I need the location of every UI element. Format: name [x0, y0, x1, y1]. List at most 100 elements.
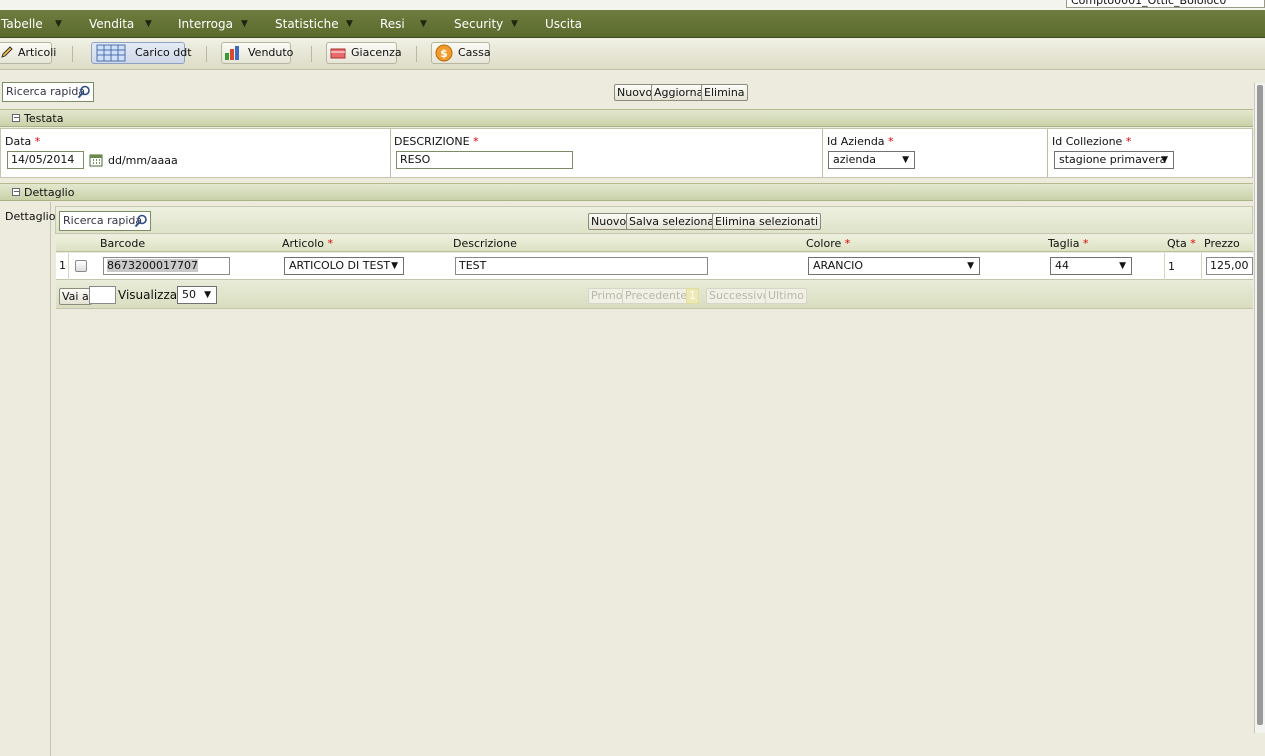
col-descrizione[interactable]: Descrizione	[453, 237, 517, 250]
dettaglio-search-input[interactable]: Ricerca rapida	[59, 211, 151, 231]
dropdown-arrow-icon[interactable]: ▼	[967, 258, 974, 274]
menu-statistiche[interactable]: Statistiche	[275, 10, 339, 38]
vertical-scrollbar[interactable]	[1254, 83, 1265, 733]
dettaglio-header[interactable]: − Dettaglio	[0, 183, 1253, 201]
caret-down-icon[interactable]: ▼	[511, 10, 518, 38]
articoli-button[interactable]: Articoli	[0, 42, 56, 64]
azienda-label: Id Azienda *	[827, 135, 894, 148]
bar-chart-icon	[225, 46, 239, 60]
grid-pager: Vai a Visualizza 50 ▼ Primo Precedente 1 …	[56, 281, 1253, 309]
giacenza-label: Giacenza	[351, 46, 402, 59]
nuovo-button[interactable]: Nuovo	[614, 84, 656, 101]
azienda-cell: Id Azienda * azienda ▼	[823, 129, 1048, 177]
cassa-button[interactable]: $ Cassa	[431, 42, 491, 64]
scrollbar-thumb[interactable]	[1257, 85, 1263, 725]
dropdown-arrow-icon[interactable]: ▼	[391, 258, 398, 274]
search-icon[interactable]	[134, 214, 148, 228]
menu-resi[interactable]: Resi	[380, 10, 405, 38]
quick-search-placeholder: Ricerca rapida	[6, 85, 86, 98]
toolbar-separator	[311, 46, 312, 62]
caret-down-icon[interactable]: ▼	[145, 10, 152, 38]
aggiorna-button[interactable]: Aggiorna	[651, 84, 707, 101]
taglia-select[interactable]: 44 ▼	[1050, 257, 1132, 275]
giacenza-button[interactable]: Giacenza	[326, 42, 402, 64]
dropdown-arrow-icon[interactable]: ▼	[204, 287, 211, 303]
venduto-label: Venduto	[248, 46, 294, 59]
toolbar-separator	[206, 46, 207, 62]
page-number-input[interactable]	[89, 286, 116, 304]
dettaglio-nuovo-button[interactable]: Nuovo	[588, 213, 630, 230]
menu-security[interactable]: Security	[454, 10, 503, 38]
precedente-button[interactable]: Precedente	[622, 288, 691, 304]
collezione-select[interactable]: stagione primavera ▼	[1054, 151, 1174, 169]
quick-search-input[interactable]: Ricerca rapida	[2, 82, 94, 102]
carico-ddt-label: Carico ddt	[135, 46, 192, 59]
main-menu-bar: Tabelle ▼ Vendita ▼ Interroga ▼ Statisti…	[0, 10, 1265, 38]
toolbar: Articoli Carico ddt Venduto Giacenza $ C…	[0, 38, 1265, 70]
dropdown-arrow-icon[interactable]: ▼	[902, 152, 909, 168]
qta-value[interactable]: 1	[1168, 260, 1175, 273]
testata-header[interactable]: − Testata	[0, 109, 1253, 127]
data-label: Data *	[5, 135, 41, 148]
menu-vendita[interactable]: Vendita	[89, 10, 134, 38]
vai-a-button[interactable]: Vai a	[59, 288, 92, 305]
elimina-button[interactable]: Elimina	[701, 84, 748, 101]
carico-ddt-button[interactable]: Carico ddt	[91, 42, 192, 64]
toolbar-separator	[416, 46, 417, 62]
caret-down-icon[interactable]: ▼	[420, 10, 427, 38]
dettaglio-side-column: Dettaglio	[0, 202, 55, 756]
row-select-checkbox[interactable]	[75, 260, 87, 272]
prezzo-input[interactable]: 125,00	[1206, 257, 1253, 275]
dettaglio-grid-header: Barcode Articolo * Descrizione Colore * …	[56, 235, 1253, 252]
col-prezzo[interactable]: Prezzo	[1204, 237, 1240, 250]
caret-down-icon[interactable]: ▼	[55, 10, 62, 38]
table-grid-icon	[96, 44, 126, 62]
calendar-icon[interactable]	[89, 153, 103, 167]
cassa-label: Cassa	[458, 46, 491, 59]
testata-panel: Data * 14/05/2014 dd/mm/aaaa DESCRIZIONE…	[0, 128, 1253, 178]
ultimo-button[interactable]: Ultimo	[765, 288, 807, 304]
menu-interroga[interactable]: Interroga	[178, 10, 233, 38]
current-page-indicator: 1	[686, 288, 699, 304]
dropdown-arrow-icon[interactable]: ▼	[1119, 258, 1126, 274]
caret-down-icon[interactable]: ▼	[346, 10, 353, 38]
col-qta[interactable]: Qta *	[1167, 237, 1196, 250]
pencil-icon	[1, 46, 13, 58]
col-articolo[interactable]: Articolo *	[282, 237, 333, 250]
data-cell: Data * 14/05/2014 dd/mm/aaaa	[1, 129, 391, 177]
search-icon[interactable]	[77, 85, 91, 99]
row-number: 1	[59, 259, 66, 272]
articolo-select[interactable]: ARTICOLO DI TEST ▼	[284, 257, 404, 275]
column-divider	[68, 253, 69, 280]
user-field: Compto0001_Ottic_Bololoc0	[1066, 0, 1265, 8]
page-size-select[interactable]: 50 ▼	[177, 286, 217, 304]
toolbar-separator	[72, 46, 73, 62]
data-input[interactable]: 14/05/2014	[7, 151, 84, 169]
col-barcode[interactable]: Barcode	[100, 237, 145, 250]
successivo-button[interactable]: Successivo	[706, 288, 773, 304]
primo-button[interactable]: Primo	[588, 288, 626, 304]
col-taglia[interactable]: Taglia *	[1048, 237, 1088, 250]
salva-selezionati-button[interactable]: Salva selezionati	[626, 213, 725, 230]
venduto-button[interactable]: Venduto	[221, 42, 294, 64]
collapse-icon[interactable]: −	[12, 114, 20, 122]
dettaglio-side-label: Dettaglio	[5, 210, 56, 223]
caret-down-icon[interactable]: ▼	[241, 10, 248, 38]
collapse-icon[interactable]: −	[12, 188, 20, 196]
top-strip: Compto0001_Ottic_Bololoc0	[0, 0, 1265, 10]
elimina-selezionati-button[interactable]: Elimina selezionati	[712, 213, 822, 230]
date-format-hint: dd/mm/aaaa	[108, 154, 178, 167]
colore-select[interactable]: ARANCIO ▼	[808, 257, 980, 275]
menu-uscita[interactable]: Uscita	[545, 10, 582, 38]
azienda-select[interactable]: azienda ▼	[828, 151, 915, 169]
column-divider	[1201, 253, 1202, 280]
dropdown-arrow-icon[interactable]: ▼	[1161, 152, 1168, 168]
menu-tabelle[interactable]: Tabelle	[1, 10, 43, 38]
col-colore[interactable]: Colore *	[806, 237, 850, 250]
table-row: 1 8673200017707 ARTICOLO DI TEST ▼ TEST A…	[56, 253, 1253, 280]
stock-box-icon	[330, 48, 346, 59]
barcode-input[interactable]: 8673200017707	[103, 257, 230, 275]
descrizione-row-input[interactable]: TEST	[455, 257, 708, 275]
descrizione-input[interactable]: RESO	[396, 151, 573, 169]
articoli-label: Articoli	[18, 46, 57, 59]
